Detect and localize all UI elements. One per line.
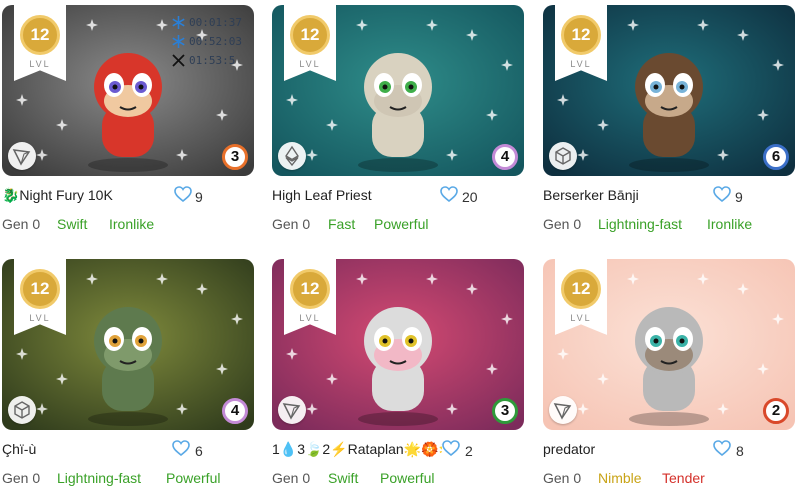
like-count: 9 bbox=[735, 189, 743, 205]
cooldown-timer: 00:01:37 bbox=[172, 15, 250, 31]
monster-name[interactable]: Çhï-ù bbox=[2, 441, 36, 457]
heart-icon[interactable] bbox=[442, 440, 460, 456]
trait-strength: Ironlike bbox=[707, 216, 753, 232]
monster-card[interactable]: 12 LVL 00:01:37 00:52:03 01:53:5 3 🐉Nigh… bbox=[2, 5, 254, 238]
like-count: 2 bbox=[465, 443, 473, 459]
breed-count-badge: 4 bbox=[492, 144, 518, 170]
monster-card[interactable]: 12 LVL 4 Çhï-ù 6 Gen 0 Lightning-fast Po… bbox=[2, 259, 254, 488]
level-badge: 12 bbox=[290, 269, 330, 309]
breed-count-badge: 3 bbox=[492, 398, 518, 424]
card-title-row: Berserker Bānji 9 bbox=[543, 176, 795, 216]
trait-speed: Fast bbox=[328, 216, 356, 232]
card-title-row: predator 8 bbox=[543, 430, 795, 470]
trait-speed: Lightning-fast bbox=[598, 216, 683, 232]
ethereum-chain-icon bbox=[278, 142, 306, 170]
trait-strength: Powerful bbox=[380, 470, 435, 486]
breed-count-badge: 3 bbox=[222, 144, 248, 170]
monster-portrait[interactable]: 12 LVL 4 bbox=[2, 259, 254, 430]
trait-speed: Lightning-fast bbox=[57, 470, 142, 486]
level-badge: 12 bbox=[20, 15, 60, 55]
trait-row: Gen 0 Fast Powerful bbox=[272, 216, 524, 238]
card-title-row: Çhï-ù 6 bbox=[2, 430, 254, 470]
cooldown-timer: 01:53:5 bbox=[172, 53, 250, 69]
monster-portrait[interactable]: 12 LVL 00:01:37 00:52:03 01:53:5 3 bbox=[2, 5, 254, 176]
level-ribbon: 12 LVL bbox=[14, 5, 66, 81]
generation-label: Gen 0 bbox=[2, 216, 41, 232]
tron-chain-icon bbox=[549, 396, 577, 424]
breed-count-badge: 6 bbox=[763, 144, 789, 170]
snowflake-icon bbox=[172, 35, 185, 48]
breed-count-badge: 4 bbox=[222, 398, 248, 424]
card-title-row: High Leaf Priest 20 bbox=[272, 176, 524, 216]
level-caption: LVL bbox=[570, 313, 592, 323]
trait-speed: Swift bbox=[328, 470, 359, 486]
monster-portrait[interactable]: 12 LVL 2 bbox=[543, 259, 795, 430]
trait-row: Gen 0 Lightning-fast Ironlike bbox=[543, 216, 795, 238]
generation-label: Gen 0 bbox=[272, 216, 311, 232]
monster-name[interactable]: High Leaf Priest bbox=[272, 187, 372, 203]
heart-icon[interactable] bbox=[172, 440, 190, 456]
trait-row: Gen 0 Swift Powerful bbox=[272, 470, 524, 488]
breed-count-badge: 2 bbox=[763, 398, 789, 424]
level-ribbon: 12 LVL bbox=[14, 259, 66, 335]
like-count: 20 bbox=[462, 189, 478, 205]
snowflake-icon bbox=[172, 16, 185, 29]
heart-icon[interactable] bbox=[440, 186, 458, 202]
trait-row: Gen 0 Swift Ironlike bbox=[2, 216, 254, 238]
level-ribbon: 12 LVL bbox=[555, 259, 607, 335]
level-caption: LVL bbox=[299, 59, 321, 69]
monster-name[interactable]: 1💧3🍃2⚡Rataplan🌟🏵️🌟 bbox=[272, 441, 442, 458]
level-ribbon: 12 LVL bbox=[284, 5, 336, 81]
level-ribbon: 12 LVL bbox=[284, 259, 336, 335]
level-caption: LVL bbox=[570, 59, 592, 69]
level-ribbon: 12 LVL bbox=[555, 5, 607, 81]
tron-chain-icon bbox=[8, 142, 36, 170]
cooldown-timers: 00:01:37 00:52:03 01:53:5 bbox=[172, 5, 250, 75]
level-caption: LVL bbox=[29, 59, 51, 69]
heart-icon[interactable] bbox=[713, 440, 731, 456]
trait-strength: Powerful bbox=[374, 216, 429, 232]
monster-portrait[interactable]: 12 LVL 3 bbox=[272, 259, 524, 430]
monster-name[interactable]: Berserker Bānji bbox=[543, 187, 639, 203]
monster-card[interactable]: 12 LVL 2 predator 8 Gen 0 Nimble Tender bbox=[543, 259, 795, 488]
monster-portrait[interactable]: 12 LVL 4 bbox=[272, 5, 524, 176]
cooldown-timer: 00:52:03 bbox=[172, 34, 250, 50]
like-count: 6 bbox=[195, 443, 203, 459]
like-count: 9 bbox=[195, 189, 203, 205]
card-title-row: 🐉Night Fury 10K 9 bbox=[2, 176, 254, 216]
generation-label: Gen 0 bbox=[543, 470, 582, 486]
crossed-swords-icon bbox=[172, 54, 185, 67]
trait-strength: Powerful bbox=[166, 470, 221, 486]
monster-name[interactable]: predator bbox=[543, 441, 595, 457]
like-count: 8 bbox=[736, 443, 744, 459]
card-title-row: 1💧3🍃2⚡Rataplan🌟🏵️🌟 2 bbox=[272, 430, 524, 470]
trait-row: Gen 0 Lightning-fast Powerful bbox=[2, 470, 254, 488]
level-badge: 12 bbox=[561, 269, 601, 309]
trait-speed: Swift bbox=[57, 216, 88, 232]
trait-strength: Ironlike bbox=[109, 216, 155, 232]
level-badge: 12 bbox=[20, 269, 60, 309]
monster-name[interactable]: 🐉Night Fury 10K bbox=[2, 187, 113, 204]
cube-chain-icon bbox=[8, 396, 36, 424]
generation-label: Gen 0 bbox=[543, 216, 582, 232]
monster-card[interactable]: 12 LVL 6 Berserker Bānji 9 Gen 0 Lightni… bbox=[543, 5, 795, 238]
monster-card[interactable]: 12 LVL 4 High Leaf Priest 20 Gen 0 Fast … bbox=[272, 5, 524, 238]
monster-card[interactable]: 12 LVL 3 1💧3🍃2⚡Rataplan🌟🏵️🌟 2 Gen 0 Swif… bbox=[272, 259, 524, 488]
heart-icon[interactable] bbox=[713, 186, 731, 202]
level-badge: 12 bbox=[561, 15, 601, 55]
monster-portrait[interactable]: 12 LVL 6 bbox=[543, 5, 795, 176]
heart-icon[interactable] bbox=[174, 186, 192, 202]
level-caption: LVL bbox=[29, 313, 51, 323]
trait-speed: Nimble bbox=[598, 470, 642, 486]
trait-row: Gen 0 Nimble Tender bbox=[543, 470, 795, 488]
level-badge: 12 bbox=[290, 15, 330, 55]
generation-label: Gen 0 bbox=[2, 470, 41, 486]
generation-label: Gen 0 bbox=[272, 470, 311, 486]
trait-strength: Tender bbox=[662, 470, 705, 486]
cube-chain-icon bbox=[549, 142, 577, 170]
tron-chain-icon bbox=[278, 396, 306, 424]
level-caption: LVL bbox=[299, 313, 321, 323]
